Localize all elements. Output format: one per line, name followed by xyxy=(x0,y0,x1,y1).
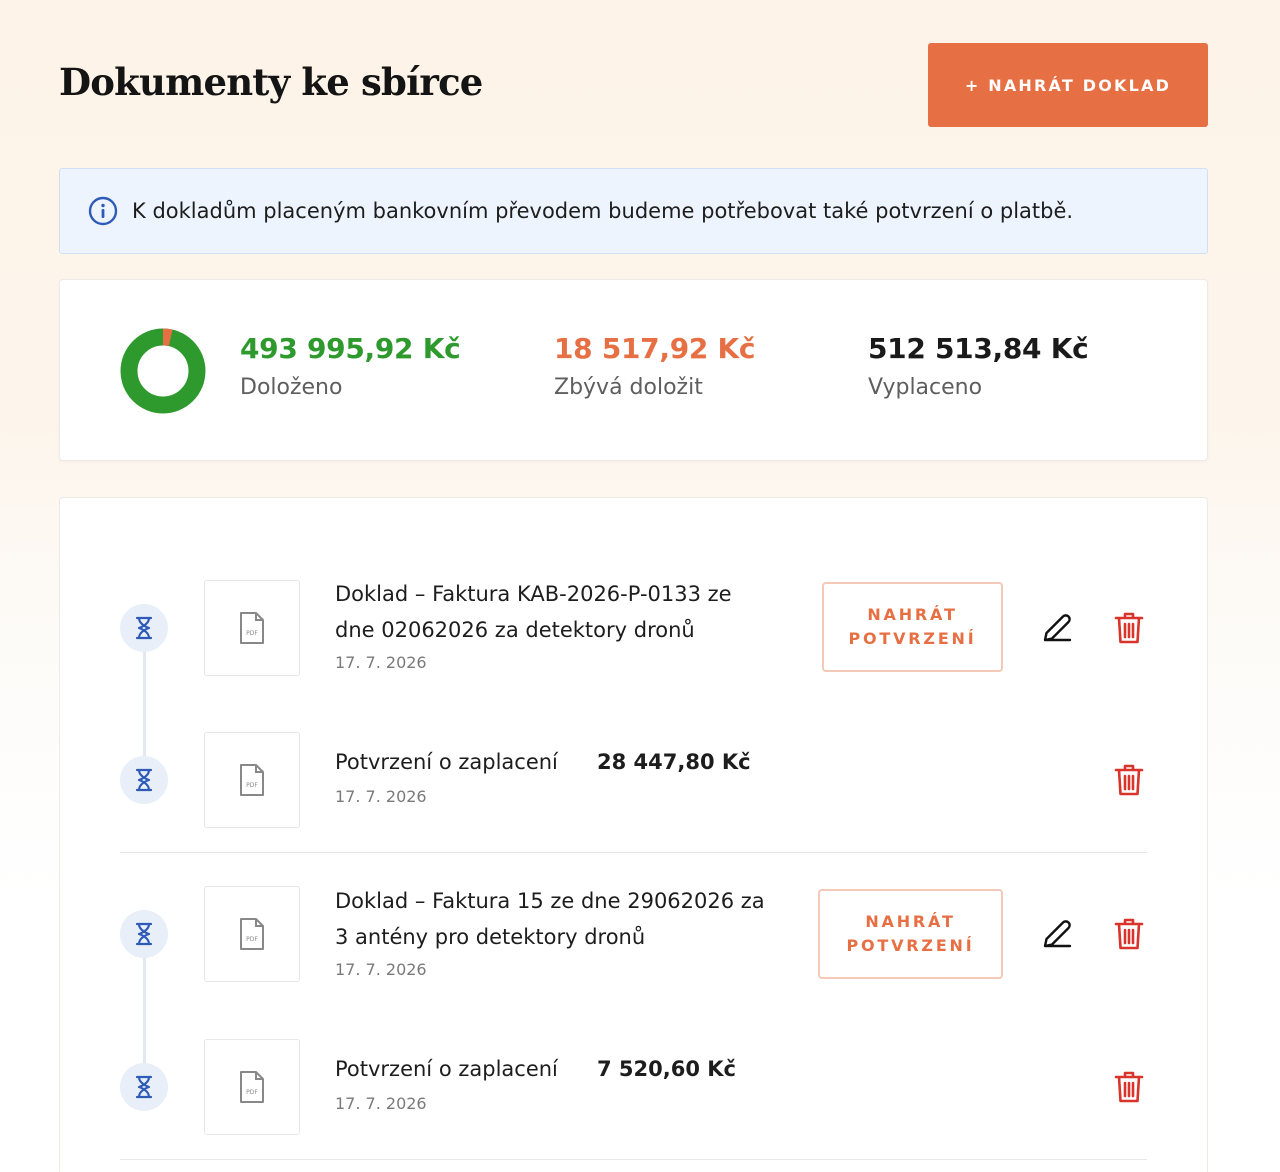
stat-paid-value: 512 513,84 Kč xyxy=(868,332,1089,365)
upload-confirmation-label: POTVRZENÍ xyxy=(846,936,975,955)
pdf-file-icon[interactable]: PDF xyxy=(204,580,300,676)
upload-confirmation-button[interactable]: NAHRÁT POTVRZENÍ xyxy=(818,889,1003,979)
document-date: 17. 7. 2026 xyxy=(335,653,427,672)
stat-documented-value: 493 995,92 Kč xyxy=(240,332,461,365)
upload-confirmation-label: NAHRÁT xyxy=(865,912,956,931)
hourglass-icon xyxy=(120,756,168,804)
pdf-label: PDF xyxy=(246,630,258,637)
document-title-line: dne 02062026 za detektory dronů xyxy=(335,618,695,642)
pdf-file-icon[interactable]: PDF xyxy=(204,732,300,828)
document-title: Doklad – Faktura 15 ze dne 29062026 za 3… xyxy=(335,883,765,955)
pencil-icon[interactable] xyxy=(1037,914,1077,954)
hourglass-icon xyxy=(120,604,168,652)
upload-confirmation-label: NAHRÁT xyxy=(867,605,958,624)
stat-remaining-label: Zbývá doložit xyxy=(554,375,703,400)
upload-confirmation-label: POTVRZENÍ xyxy=(848,629,977,648)
stat-remaining-value: 18 517,92 Kč xyxy=(554,332,756,365)
document-title: Doklad – Faktura KAB-2026-P-0133 ze dne … xyxy=(335,576,732,648)
trash-icon[interactable] xyxy=(1109,608,1149,648)
info-banner: K dokladům placeným bankovním převodem b… xyxy=(59,168,1208,254)
stat-remaining: 18 517,92 Kč Zbývá doložit xyxy=(554,332,756,400)
hourglass-icon xyxy=(120,1063,168,1111)
donut-slice-remaining xyxy=(162,328,173,347)
trash-icon[interactable] xyxy=(1109,914,1149,954)
pdf-label: PDF xyxy=(246,782,258,789)
document-title-line: 3 antény pro detektory dronů xyxy=(335,925,646,949)
stats-card: 493 995,92 Kč Doloženo 18 517,92 Kč Zbýv… xyxy=(59,279,1208,461)
stat-documented-label: Doloženo xyxy=(240,375,343,400)
pdf-label: PDF xyxy=(246,1089,258,1096)
trash-icon[interactable] xyxy=(1109,760,1149,800)
payment-confirmation-label: Potvrzení o zaplacení xyxy=(335,1057,558,1081)
stat-documented: 493 995,92 Kč Doloženo xyxy=(240,332,461,400)
documented-donut-chart xyxy=(120,328,206,414)
divider xyxy=(120,852,1147,853)
pdf-file-icon[interactable]: PDF xyxy=(204,1039,300,1135)
payment-amount: 7 520,60 Kč xyxy=(597,1057,736,1081)
upload-confirmation-button[interactable]: NAHRÁT POTVRZENÍ xyxy=(822,582,1003,672)
payment-date: 17. 7. 2026 xyxy=(335,787,427,806)
stat-paid: 512 513,84 Kč Vyplaceno xyxy=(868,332,1089,400)
hourglass-icon xyxy=(120,910,168,958)
page-title: Dokumenty ke sbírce xyxy=(59,60,483,104)
trash-icon[interactable] xyxy=(1109,1067,1149,1107)
document-title-line: Doklad – Faktura KAB-2026-P-0133 ze xyxy=(335,582,732,606)
payment-confirmation-label: Potvrzení o zaplacení xyxy=(335,750,558,774)
pencil-icon[interactable] xyxy=(1037,608,1077,648)
upload-document-button[interactable]: + NAHRÁT DOKLAD xyxy=(928,43,1208,127)
document-date: 17. 7. 2026 xyxy=(335,960,427,979)
pdf-label: PDF xyxy=(246,936,258,943)
document-title-line: Doklad – Faktura 15 ze dne 29062026 za xyxy=(335,889,765,913)
info-circle-icon xyxy=(88,196,118,226)
info-text: K dokladům placeným bankovním převodem b… xyxy=(132,199,1074,223)
pdf-file-icon[interactable]: PDF xyxy=(204,886,300,982)
stat-paid-label: Vyplaceno xyxy=(868,375,983,400)
payment-date: 17. 7. 2026 xyxy=(335,1094,427,1113)
payment-amount: 28 447,80 Kč xyxy=(597,750,751,774)
divider xyxy=(120,1159,1147,1160)
